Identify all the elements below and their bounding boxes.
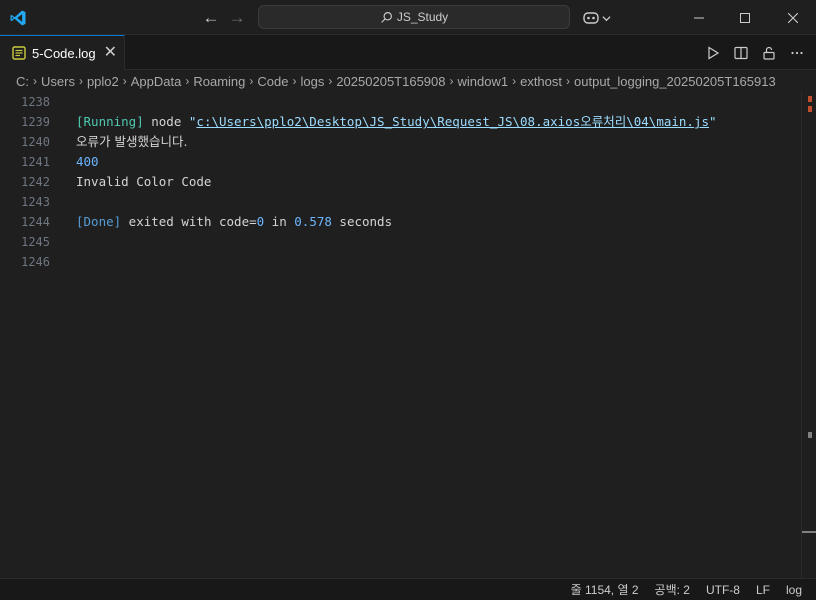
line-content: [Running] node "c:\Users\pplo2\Desktop\J… (76, 112, 717, 132)
code-token: [Running] (76, 114, 144, 129)
line-number: 1244 (21, 215, 50, 229)
forward-arrow-icon[interactable]: → (227, 8, 247, 28)
code-token: 0.578 (294, 214, 332, 229)
line-number: 1242 (21, 175, 50, 189)
end-of-line[interactable]: LF (756, 583, 770, 597)
cursor-position[interactable]: 줄 1154, 열 2 (571, 581, 639, 598)
breadcrumb-item[interactable]: Code (257, 74, 288, 89)
close-window-button[interactable] (770, 0, 816, 35)
breadcrumb: C: › Users › pplo2 › AppData › Roaming › Code › logs… (0, 70, 816, 92)
overview-marker (808, 432, 812, 438)
cursor-position-marker (802, 531, 816, 533)
tab-close-icon[interactable]: ✕ (104, 45, 117, 61)
code-token: " (709, 114, 717, 129)
code-line[interactable]: 1239 [Running] node "c:\Users\pplo2\Deskt… (0, 112, 800, 132)
code-token: Invalid Color Code (76, 174, 212, 189)
split-editor-icon[interactable] (732, 44, 750, 62)
line-content: [Done] exited with code=0 in 0.578 secon… (76, 212, 392, 232)
code-line[interactable]: 1245 (0, 232, 800, 252)
copilot-icon (583, 12, 599, 24)
code-token: in (264, 214, 295, 229)
code-token[interactable]: c:\Users\pplo2\Desktop\JS_Study\Request_… (196, 114, 709, 129)
breadcrumb-separator-icon: › (185, 74, 190, 88)
line-number: 1240 (21, 135, 50, 149)
line-number: 1238 (21, 95, 50, 109)
breadcrumb-separator-icon: › (122, 74, 127, 88)
unlock-icon[interactable] (760, 44, 778, 62)
breadcrumb-item[interactable]: window1 (458, 74, 509, 89)
breadcrumb-separator-icon: › (249, 74, 254, 88)
editor-area[interactable]: 1238 1239 [Running] node "c:\Users\pplo2\D… (0, 92, 816, 578)
close-icon (788, 12, 798, 23)
status-bar: 줄 1154, 열 2 공백: 2 UTF-8 LF log (0, 578, 816, 600)
vscode-logo-icon (10, 10, 26, 26)
vertical-scrollbar[interactable] (801, 92, 816, 578)
more-actions-icon[interactable] (788, 44, 806, 62)
error-marker (808, 106, 812, 112)
breadcrumb-item[interactable]: logs (300, 74, 324, 89)
tab-5-code-log[interactable]: 5-Code.log ✕ (0, 35, 125, 70)
code-token: 400 (76, 154, 99, 169)
run-icon[interactable] (704, 44, 722, 62)
breadcrumb-separator-icon: › (78, 74, 83, 88)
error-marker (808, 96, 812, 102)
minimize-button[interactable] (676, 0, 722, 35)
code-token: node (143, 114, 189, 129)
line-content: Invalid Color Code (76, 172, 211, 192)
breadcrumb-item[interactable]: pplo2 (87, 74, 119, 89)
log-file-icon (12, 46, 26, 60)
code-line[interactable]: 1242 Invalid Color Code (0, 172, 800, 192)
code-token: seconds (331, 214, 393, 229)
line-content: 400 (76, 152, 99, 172)
code-line[interactable]: 1241 400 (0, 152, 800, 172)
breadcrumb-item[interactable]: Roaming (193, 74, 245, 89)
breadcrumb-item[interactable]: C: (16, 74, 29, 89)
line-number: 1245 (21, 235, 50, 249)
back-arrow-icon[interactable]: ← (201, 8, 221, 28)
title-bar: ← → JS_Study (0, 0, 816, 35)
breadcrumb-separator-icon: › (328, 74, 333, 88)
indentation[interactable]: 공백: 2 (655, 581, 690, 598)
breadcrumb-item[interactable]: output_logging_20250205T165913 (574, 74, 776, 89)
breadcrumb-item[interactable]: exthost (520, 74, 562, 89)
code-token: 오류가 발생했습니다. (76, 134, 188, 149)
maximize-button[interactable] (722, 0, 768, 35)
code-line[interactable]: 1244 [Done] exited with code=0 in 0.578 s… (0, 212, 800, 232)
minimize-icon (694, 17, 704, 18)
code-line[interactable]: 1240 오류가 발생했습니다. (0, 132, 800, 152)
breadcrumb-item[interactable]: Users (41, 74, 75, 89)
encoding[interactable]: UTF-8 (706, 583, 740, 597)
line-content: 오류가 발생했습니다. (76, 132, 187, 152)
editor-actions (704, 44, 806, 62)
copilot-menu-button[interactable] (582, 9, 614, 27)
search-icon (381, 11, 392, 23)
line-number: 1241 (21, 155, 50, 169)
line-number: 1246 (21, 255, 50, 269)
code-line[interactable]: 1246 (0, 252, 800, 272)
breadcrumb-separator-icon: › (292, 74, 297, 88)
line-number: 1243 (21, 195, 50, 209)
breadcrumb-separator-icon: › (566, 74, 571, 88)
breadcrumb-separator-icon: › (449, 74, 454, 88)
line-number: 1239 (21, 115, 50, 129)
code-token: [Done] (76, 214, 122, 229)
breadcrumb-separator-icon: › (512, 74, 517, 88)
breadcrumb-item[interactable]: AppData (131, 74, 182, 89)
code-line[interactable]: 1238 (0, 92, 800, 112)
breadcrumb-item[interactable]: 20250205T165908 (336, 74, 445, 89)
tab-bar: 5-Code.log ✕ (0, 35, 816, 70)
code-line[interactable]: 1243 (0, 192, 800, 212)
breadcrumb-separator-icon: › (33, 74, 37, 88)
command-center-search[interactable]: JS_Study (258, 5, 570, 29)
maximize-icon (740, 12, 750, 23)
command-center-label: JS_Study (396, 10, 449, 24)
chevron-down-icon (602, 15, 611, 21)
tab-label: 5-Code.log (32, 45, 96, 61)
language-mode[interactable]: log (786, 583, 802, 597)
code-token: exited with code= (121, 214, 257, 229)
